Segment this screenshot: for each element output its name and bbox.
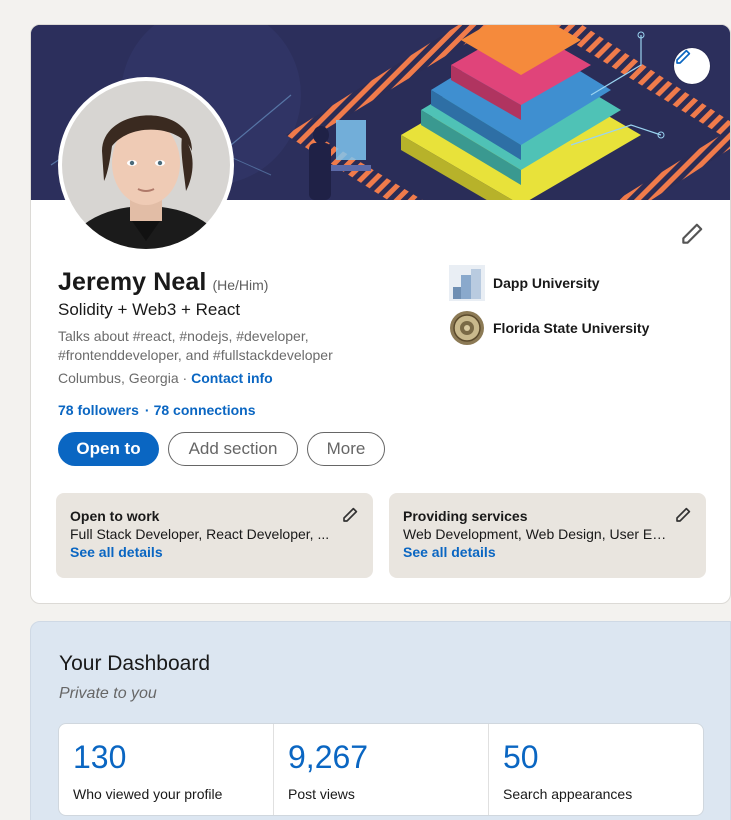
stat-label: Search appearances [503,786,633,802]
profile-actions: Open to Add section More [58,432,385,466]
profile-headline: Solidity + Web3 + React [58,300,241,319]
more-button[interactable]: More [307,432,385,466]
education-item-florida-state[interactable]: Florida State University [449,310,649,346]
open-to-button[interactable]: Open to [58,432,159,466]
location-separator: · [178,370,192,386]
talks-about: Talks about #react, #nodejs, #developer,… [58,328,333,363]
stat-value: 130 [73,739,127,775]
pencil-icon [676,49,691,64]
stat-profile-views[interactable]: 130 Who viewed your profile [59,724,274,815]
edit-open-to-work-pencil-icon[interactable] [341,506,359,524]
dashboard-stats: 130 Who viewed your profile 9,267 Post v… [58,723,704,816]
open-to-work-see-details-link[interactable]: See all details [70,544,359,560]
dashboard-subtitle: Private to you [59,685,157,702]
contact-info-link[interactable]: Contact info [191,370,273,386]
edit-banner-button[interactable] [674,48,710,84]
edit-services-pencil-icon[interactable] [674,506,692,524]
name-row: Jeremy Neal (He/Him) [58,268,268,297]
profile-card: Jeremy Neal (He/Him) Solidity + Web3 + R… [30,24,731,604]
stat-search-appearances[interactable]: 50 Search appearances [489,724,703,815]
education-item-dapp-university[interactable]: Dapp University [449,265,600,301]
stat-label: Post views [288,786,355,802]
stat-value: 9,267 [288,739,369,775]
providing-services-list: Web Development, Web Design, User Experi… [403,526,668,542]
pronouns: (He/Him) [212,277,269,293]
providing-services-card[interactable]: Providing services Web Development, Web … [389,493,706,578]
providing-services-see-details-link[interactable]: See all details [403,544,692,560]
stat-post-views[interactable]: 9,267 Post views [274,724,489,815]
edit-intro-pencil-icon[interactable] [679,221,705,247]
providing-services-title: Providing services [403,508,528,524]
connections-link[interactable]: 78 connections [154,402,256,418]
add-section-button[interactable]: Add section [168,432,298,466]
open-to-work-card[interactable]: Open to work Full Stack Developer, React… [56,493,373,578]
dashboard-card: Your Dashboard Private to you 130 Who vi… [30,621,731,820]
stat-value: 50 [503,739,539,775]
dashboard-title: Your Dashboard [59,652,210,675]
avatar [62,81,230,249]
network-separator: · [144,402,150,418]
dapp-university-logo-icon [449,265,485,301]
network-row: 78 followers · 78 connections [58,402,256,418]
profile-photo[interactable] [58,77,234,253]
profile-name: Jeremy Neal [58,268,207,296]
open-to-work-title: Open to work [70,508,160,524]
followers-link[interactable]: 78 followers [58,402,139,418]
education-name: Dapp University [493,275,600,291]
open-to-work-roles: Full Stack Developer, React Developer, .… [70,526,330,542]
stat-label: Who viewed your profile [73,786,223,802]
location-row: Columbus, Georgia · Contact info [58,370,273,386]
education-name: Florida State University [493,320,650,336]
location: Columbus, Georgia [58,370,179,386]
fsu-seal-icon [450,311,484,345]
